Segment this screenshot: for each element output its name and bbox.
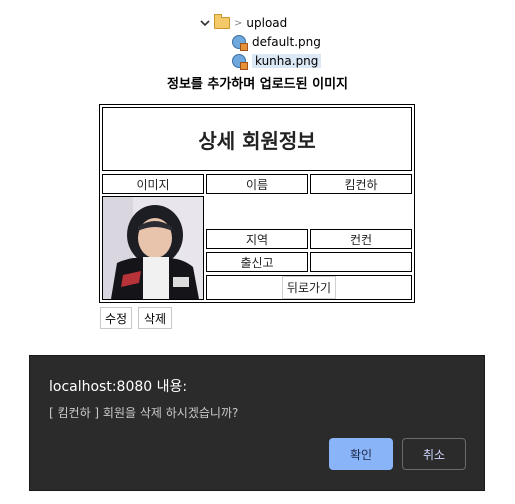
name-value: 킴컨하 <box>310 174 412 194</box>
file-name: kunha.png <box>252 54 322 68</box>
region-label: 지역 <box>206 229 308 249</box>
folder-name: upload <box>246 16 288 30</box>
chevron-down-icon[interactable] <box>200 18 210 28</box>
dialog-message: [ 킴컨하 ] 회원을 삭제 하시겠습니까? <box>49 406 239 420</box>
tree-folder-row[interactable]: > upload <box>200 14 287 32</box>
origin-label: 출신고 <box>206 252 308 272</box>
dialog-host: localhost:8080 내용: <box>49 379 188 395</box>
edit-button[interactable]: 수정 <box>100 307 132 329</box>
image-file-icon <box>232 54 248 70</box>
image-file-icon <box>232 35 248 51</box>
ok-button[interactable]: 확인 <box>329 438 393 470</box>
image-label: 이미지 <box>102 174 204 194</box>
tree-file-row[interactable]: default.png <box>232 33 321 51</box>
file-name: default.png <box>252 35 321 49</box>
cancel-button[interactable]: 취소 <box>402 438 466 470</box>
tree-file-row-selected[interactable]: kunha.png <box>232 52 322 70</box>
delete-button[interactable]: 삭제 <box>138 307 172 329</box>
region-value: 컨컨 <box>310 229 412 249</box>
member-photo-image <box>103 197 203 299</box>
back-button[interactable]: 뒤로가기 <box>281 276 337 299</box>
member-photo <box>102 196 204 300</box>
chevron-right-icon: > <box>234 17 243 29</box>
folder-open-icon <box>214 14 230 29</box>
detail-title: 상세 회원정보 <box>102 107 412 171</box>
confirm-dialog: localhost:8080 내용: [ 킴컨하 ] 회원을 삭제 하시겠습니까… <box>29 355 485 491</box>
origin-value <box>310 252 412 272</box>
back-row: 뒤로가기 <box>206 275 412 300</box>
name-label: 이름 <box>206 174 308 194</box>
page-heading: 정보를 추가하며 업로드된 이미지 <box>166 77 349 92</box>
member-detail-table: 상세 회원정보 이미지 이름 킴컨하 지역 컨컨 출신고 뒤로가기 <box>99 104 415 303</box>
